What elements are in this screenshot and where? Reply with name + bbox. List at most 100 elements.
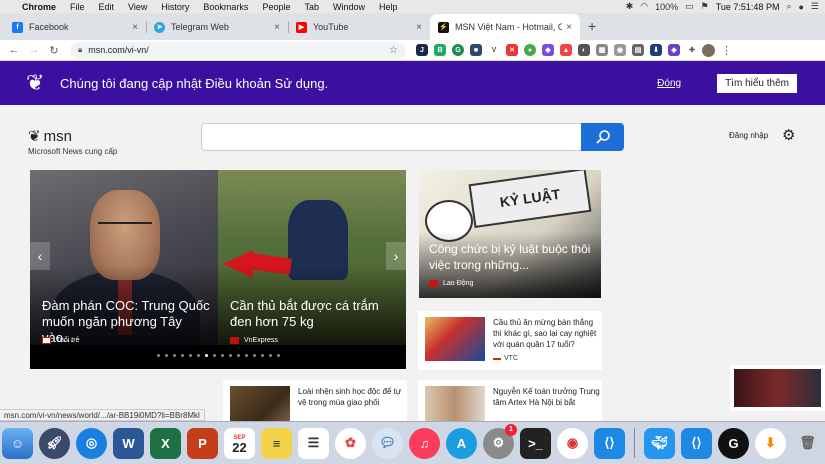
hero-slide[interactable]: Đàm phán COC: Trung Quốc muốn ngăn phươn… xyxy=(30,170,218,345)
camera-icon[interactable]: ◉ xyxy=(614,44,626,56)
flag-icon[interactable]: ⚑ xyxy=(701,1,709,12)
menu-help[interactable]: Help xyxy=(379,2,398,12)
gear-icon[interactable]: ⚙ xyxy=(782,126,795,144)
learn-more-button[interactable]: Tìm hiểu thêm xyxy=(717,73,797,93)
menu-file[interactable]: File xyxy=(70,2,85,12)
news-title[interactable]: Cầu thủ ăn mừng bàn thắng thì khác gì, s… xyxy=(493,317,602,350)
menu-bookmarks[interactable]: Bookmarks xyxy=(203,2,248,12)
carousel-dot[interactable] xyxy=(236,354,240,357)
terminal-icon[interactable]: >_ xyxy=(520,427,551,459)
battery-percent[interactable]: 100% xyxy=(655,2,678,12)
carousel-dot[interactable] xyxy=(188,354,192,357)
carousel-dot[interactable] xyxy=(260,354,264,357)
news-title[interactable]: Nguyễn Kế toán trưởng Trung tâm Artex Hà… xyxy=(493,386,602,408)
msn-logo[interactable]: ❦ msn xyxy=(28,127,72,146)
reminders-icon[interactable]: ☰ xyxy=(298,427,329,459)
feature-card[interactable]: KỶ LUẬT Công chức bị kỷ luật buộc thôi v… xyxy=(419,170,601,298)
carousel-dot[interactable] xyxy=(204,354,208,357)
calendar-icon[interactable]: SEP 22 xyxy=(224,427,255,459)
tab-telegram[interactable]: ➤ Telegram Web × xyxy=(146,14,288,40)
tab-facebook[interactable]: f Facebook × xyxy=(4,14,146,40)
feature-title[interactable]: Công chức bị kỷ luật buộc thôi việc tron… xyxy=(429,241,594,273)
puzzle-icon[interactable]: ✚ xyxy=(686,44,698,56)
bluetooth-icon[interactable]: ✱ xyxy=(626,1,634,12)
reload-icon[interactable]: ↻ xyxy=(44,44,64,57)
carousel-dot[interactable] xyxy=(228,354,232,357)
news-card[interactable]: Nguyễn Kế toán trưởng Trung tâm Artex Hà… xyxy=(418,380,602,421)
menu-kebab-icon[interactable]: ⋮ xyxy=(721,44,732,57)
menu-people[interactable]: People xyxy=(262,2,290,12)
hero-slide[interactable]: Cần thủ bắt được cá trắm đen hơn 75 kg V… xyxy=(218,170,406,345)
news-card[interactable]: Loài nhện sinh học độc để tự vệ trong mù… xyxy=(223,380,407,421)
extension-icon[interactable]: ■ xyxy=(470,44,482,56)
powerpoint-icon[interactable]: P xyxy=(187,427,218,459)
appstore-icon[interactable]: A xyxy=(446,427,477,459)
carousel-dot[interactable] xyxy=(180,354,184,357)
grammarly-icon[interactable]: G xyxy=(452,44,464,56)
photos-icon[interactable]: ✿ xyxy=(335,427,366,459)
close-icon[interactable]: × xyxy=(132,22,138,33)
carousel-dot[interactable] xyxy=(268,354,272,357)
vscode-icon[interactable]: ⟨⟩ xyxy=(681,427,712,459)
github-icon[interactable]: G xyxy=(718,427,749,459)
carousel-dot[interactable] xyxy=(276,354,280,357)
launchpad-icon[interactable]: 🚀︎ xyxy=(39,427,70,459)
mini-video-player[interactable] xyxy=(730,365,825,411)
carousel-prev-button[interactable]: ‹ xyxy=(30,242,50,270)
menu-tab[interactable]: Tab xyxy=(304,2,319,12)
carousel-dot[interactable] xyxy=(220,354,224,357)
carousel-dot[interactable] xyxy=(212,354,216,357)
user-icon[interactable]: ● xyxy=(798,2,803,12)
music-icon[interactable]: ♫ xyxy=(409,427,440,459)
extension-icon[interactable]: B xyxy=(434,44,446,56)
extension-icon[interactable]: ◐ xyxy=(578,44,590,56)
carousel-dot[interactable] xyxy=(172,354,176,357)
search-icon[interactable]: ⌕ xyxy=(786,1,791,12)
slide-title[interactable]: Cần thủ bắt được cá trắm đen hơn 75 kg xyxy=(230,298,402,330)
finder-icon[interactable]: ☺ xyxy=(2,427,33,459)
control-center-icon[interactable]: ☰ xyxy=(811,1,819,12)
battery-icon[interactable]: ▭ xyxy=(685,1,694,12)
menubar-clock[interactable]: Tue 7:51:48 PM xyxy=(716,2,780,12)
search-button[interactable] xyxy=(581,123,624,151)
search-input[interactable] xyxy=(201,123,581,151)
extension-icon[interactable]: ▤ xyxy=(632,44,644,56)
extension-icon[interactable]: ◆ xyxy=(542,44,554,56)
news-title[interactable]: Loài nhện sinh học độc để tự vệ trong mù… xyxy=(298,386,407,408)
carousel-dot[interactable] xyxy=(156,354,160,357)
bookmark-star-icon[interactable]: ☆ xyxy=(389,45,398,56)
forward-icon[interactable]: → xyxy=(24,44,44,56)
lock-icon[interactable]: 🔒︎ xyxy=(78,45,82,55)
docker-icon[interactable]: 🐳︎ xyxy=(644,427,675,459)
address-bar[interactable]: 🔒︎ msn.com/vi-vn/ ☆ xyxy=(70,41,406,59)
carousel-dot[interactable] xyxy=(244,354,248,357)
extension-icon[interactable]: ● xyxy=(524,44,536,56)
downloads-icon[interactable]: ⬇ xyxy=(755,427,786,459)
chrome-icon[interactable]: ◉ xyxy=(557,427,588,459)
carousel-dot[interactable] xyxy=(252,354,256,357)
notes-icon[interactable]: ≡ xyxy=(261,427,292,459)
close-icon[interactable]: × xyxy=(274,22,280,33)
menu-view[interactable]: View xyxy=(128,2,147,12)
tab-msn[interactable]: ⚡ MSN Việt Nam - Hotmail, Outlo × xyxy=(430,14,580,40)
download-icon[interactable]: ⬇ xyxy=(650,44,662,56)
vscode-icon[interactable]: ⟨⟩ xyxy=(594,427,625,459)
news-card[interactable]: Cầu thủ ăn mừng bàn thắng thì khác gì, s… xyxy=(418,311,602,370)
carousel-dot[interactable] xyxy=(164,354,168,357)
profile-avatar[interactable] xyxy=(702,43,715,57)
extension-icon[interactable]: ▲ xyxy=(560,44,572,56)
extension-icon[interactable]: J xyxy=(416,44,428,56)
carousel-dot[interactable] xyxy=(196,354,200,357)
extension-icon[interactable]: ▦ xyxy=(596,44,608,56)
menu-app-name[interactable]: Chrome xyxy=(22,2,56,12)
back-icon[interactable]: ← xyxy=(4,44,24,56)
menu-history[interactable]: History xyxy=(161,2,189,12)
signin-link[interactable]: Đăng nhập xyxy=(729,131,768,140)
menu-window[interactable]: Window xyxy=(333,2,365,12)
close-icon[interactable]: × xyxy=(566,22,572,33)
settings-icon[interactable]: ⚙ 1 xyxy=(483,423,517,459)
trash-icon[interactable]: 🗑︎ xyxy=(792,427,823,459)
close-icon[interactable]: × xyxy=(416,22,422,33)
extension-icon[interactable]: ◈ xyxy=(668,44,680,56)
extension-icon[interactable]: ✕ xyxy=(506,44,518,56)
